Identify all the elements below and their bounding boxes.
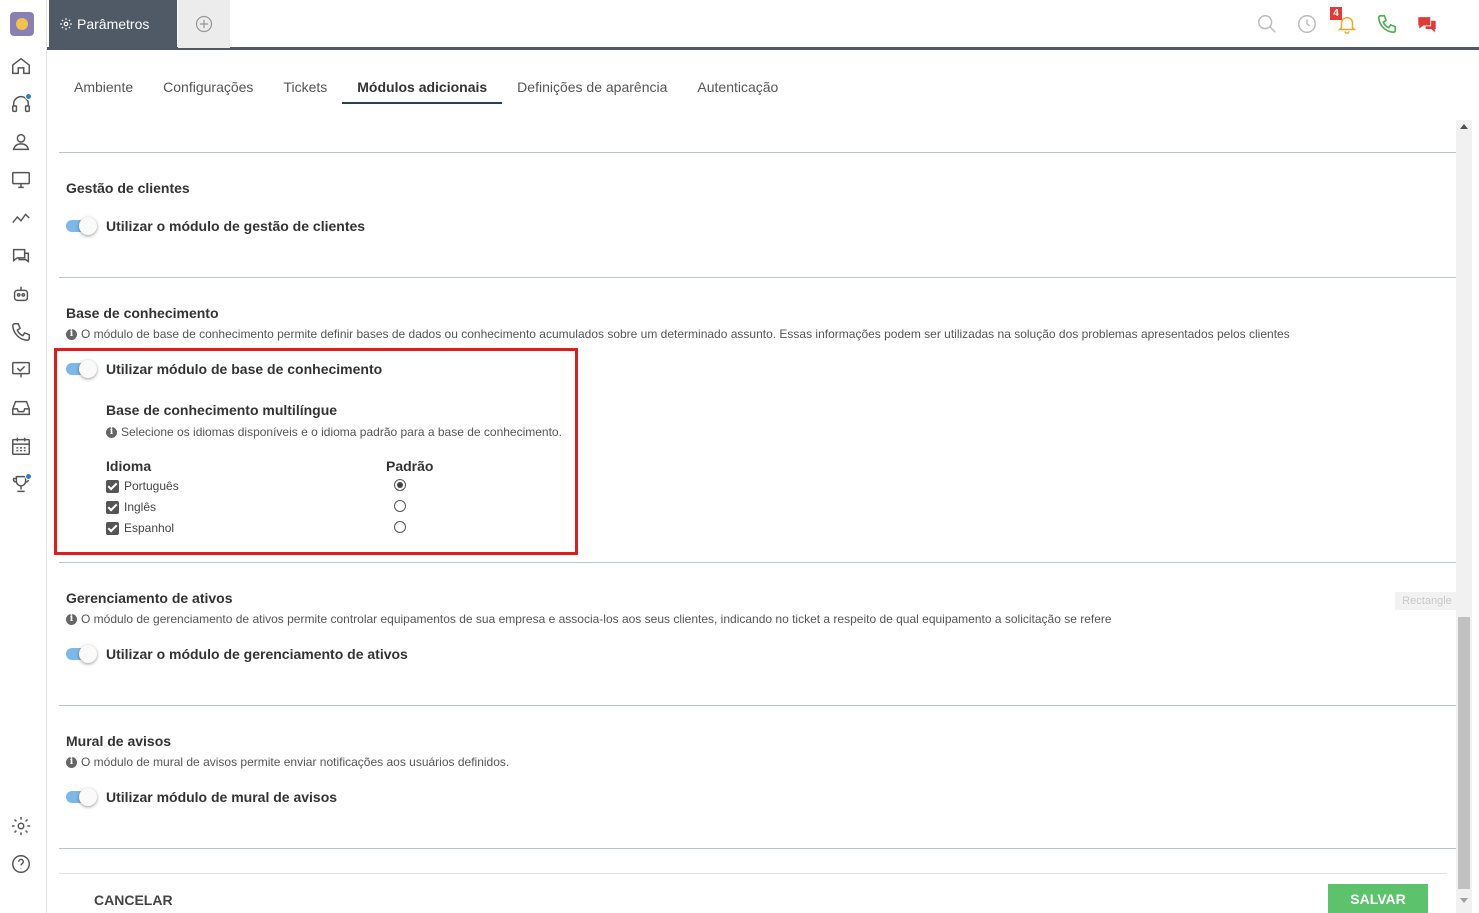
tab-modulos-adicionais[interactable]: Módulos adicionais	[342, 68, 503, 104]
scrollbar[interactable]	[1456, 120, 1472, 913]
notices-toggle-row: Utilizar módulo de mural de avisos	[66, 788, 338, 806]
info-icon: i	[66, 328, 77, 340]
language-label: Inglês	[124, 500, 157, 514]
clients-section-title: Gestão de clientes	[66, 180, 190, 196]
top-bar: Parâmetros 4	[47, 0, 1479, 50]
divider	[59, 152, 1456, 153]
notices-module-toggle[interactable]	[66, 788, 97, 806]
chart-icon[interactable]	[10, 207, 32, 229]
info-icon: i	[66, 756, 77, 768]
assets-toggle-label: Utilizar o módulo de gerenciamento de at…	[106, 646, 408, 662]
settings-icon[interactable]	[10, 815, 32, 837]
notices-info-text: O módulo de mural de avisos permite envi…	[81, 755, 510, 769]
phone-icon[interactable]	[10, 321, 32, 343]
save-button[interactable]: SALVAR	[1328, 884, 1428, 913]
language-checkbox-pt[interactable]	[106, 479, 119, 493]
tab-ambiente[interactable]: Ambiente	[59, 68, 148, 104]
kb-info: i O módulo de base de conhecimento permi…	[66, 327, 1290, 341]
chat-icon[interactable]	[10, 245, 32, 267]
assets-module-toggle[interactable]	[66, 645, 97, 663]
notification-dot	[25, 473, 32, 480]
language-row-pt: Português	[106, 479, 179, 493]
calendar-icon[interactable]	[10, 435, 32, 457]
tab-tickets[interactable]: Tickets	[268, 68, 342, 104]
rectangle-overlay-label: Rectangle	[1395, 592, 1459, 610]
assets-section-title: Gerenciamento de ativos	[66, 590, 233, 606]
footer-divider	[59, 873, 1447, 874]
history-icon[interactable]	[1296, 13, 1318, 35]
tab-autenticacao[interactable]: Autenticação	[682, 68, 793, 104]
home-icon[interactable]	[10, 55, 32, 77]
assets-info: i O módulo de gerenciamento de ativos pe…	[66, 612, 1112, 626]
chat-bubbles-icon[interactable]	[1416, 13, 1438, 35]
notices-section-title: Mural de avisos	[66, 733, 172, 749]
assets-info-text: O módulo de gerenciamento de ativos perm…	[81, 612, 1112, 626]
kb-info-text: O módulo de base de conhecimento permite…	[81, 327, 1290, 341]
search-icon[interactable]	[1256, 13, 1278, 35]
headset-icon[interactable]	[10, 93, 32, 115]
notices-toggle-label: Utilizar módulo de mural de avisos	[106, 789, 338, 805]
divider	[59, 848, 1456, 849]
plus-circle-icon	[195, 15, 213, 33]
contacts-icon[interactable]	[10, 131, 32, 153]
modules-content: Gestão de clientes Utilizar o módulo de …	[54, 120, 1459, 913]
cancel-button[interactable]: CANCELAR	[78, 886, 189, 913]
clients-toggle-row: Utilizar o módulo de gestão de clientes	[66, 217, 366, 235]
scroll-up-arrow[interactable]	[1460, 124, 1468, 129]
notification-dot	[25, 93, 32, 100]
kb-multilingual-info: i Selecione os idiomas disponíveis e o i…	[106, 425, 562, 439]
robot-icon[interactable]	[10, 283, 32, 305]
gear-icon	[60, 18, 72, 30]
help-icon[interactable]	[10, 853, 32, 875]
add-tab-button[interactable]	[178, 0, 230, 48]
clients-toggle-label: Utilizar o módulo de gestão de clientes	[106, 218, 366, 234]
kb-toggle-label: Utilizar módulo de base de conhecimento	[106, 361, 383, 377]
monitor-icon[interactable]	[10, 169, 32, 191]
assets-toggle-row: Utilizar o módulo de gerenciamento de at…	[66, 645, 408, 663]
kb-module-toggle[interactable]	[66, 360, 97, 378]
tab-label: Parâmetros	[77, 16, 150, 32]
app-logo[interactable]	[10, 12, 34, 36]
default-radio-pt[interactable]	[394, 479, 406, 491]
language-label: Espanhol	[124, 521, 175, 535]
default-column-header: Padrão	[386, 458, 434, 474]
language-label: Português	[124, 479, 179, 493]
language-column-header: Idioma	[106, 458, 152, 474]
language-row-es: Espanhol	[106, 521, 174, 535]
kb-multilingual-title: Base de conhecimento multilíngue	[106, 402, 338, 418]
presentation-icon[interactable]	[10, 359, 32, 381]
left-sidebar	[0, 0, 47, 913]
tab-configuracoes[interactable]: Configurações	[148, 68, 268, 104]
tab-parametros[interactable]: Parâmetros	[49, 0, 177, 48]
info-icon: i	[106, 426, 117, 438]
tab-definicoes-aparencia[interactable]: Definições de aparência	[502, 68, 682, 104]
divider	[59, 562, 1456, 563]
settings-tabs: Ambiente Configurações Tickets Módulos a…	[59, 68, 793, 106]
default-radio-es[interactable]	[394, 521, 406, 533]
default-radio-en[interactable]	[394, 500, 406, 512]
kb-multilingual-info-text: Selecione os idiomas disponíveis e o idi…	[121, 425, 562, 439]
language-checkbox-en[interactable]	[106, 500, 119, 514]
notices-info: i O módulo de mural de avisos permite en…	[66, 755, 509, 769]
divider	[59, 705, 1456, 706]
kb-toggle-row: Utilizar módulo de base de conhecimento	[66, 360, 383, 378]
language-row-en: Inglês	[106, 500, 156, 514]
notification-badge: 4	[1330, 7, 1342, 20]
language-checkbox-es[interactable]	[106, 521, 119, 535]
scroll-down-arrow[interactable]	[1460, 898, 1468, 903]
trophy-icon[interactable]	[10, 473, 32, 495]
clients-module-toggle[interactable]	[66, 217, 97, 235]
scroll-thumb[interactable]	[1458, 617, 1470, 889]
inbox-icon[interactable]	[10, 397, 32, 419]
phone-icon[interactable]	[1376, 13, 1398, 35]
divider	[59, 277, 1456, 278]
info-icon: i	[66, 613, 77, 625]
kb-section-title: Base de conhecimento	[66, 305, 219, 321]
